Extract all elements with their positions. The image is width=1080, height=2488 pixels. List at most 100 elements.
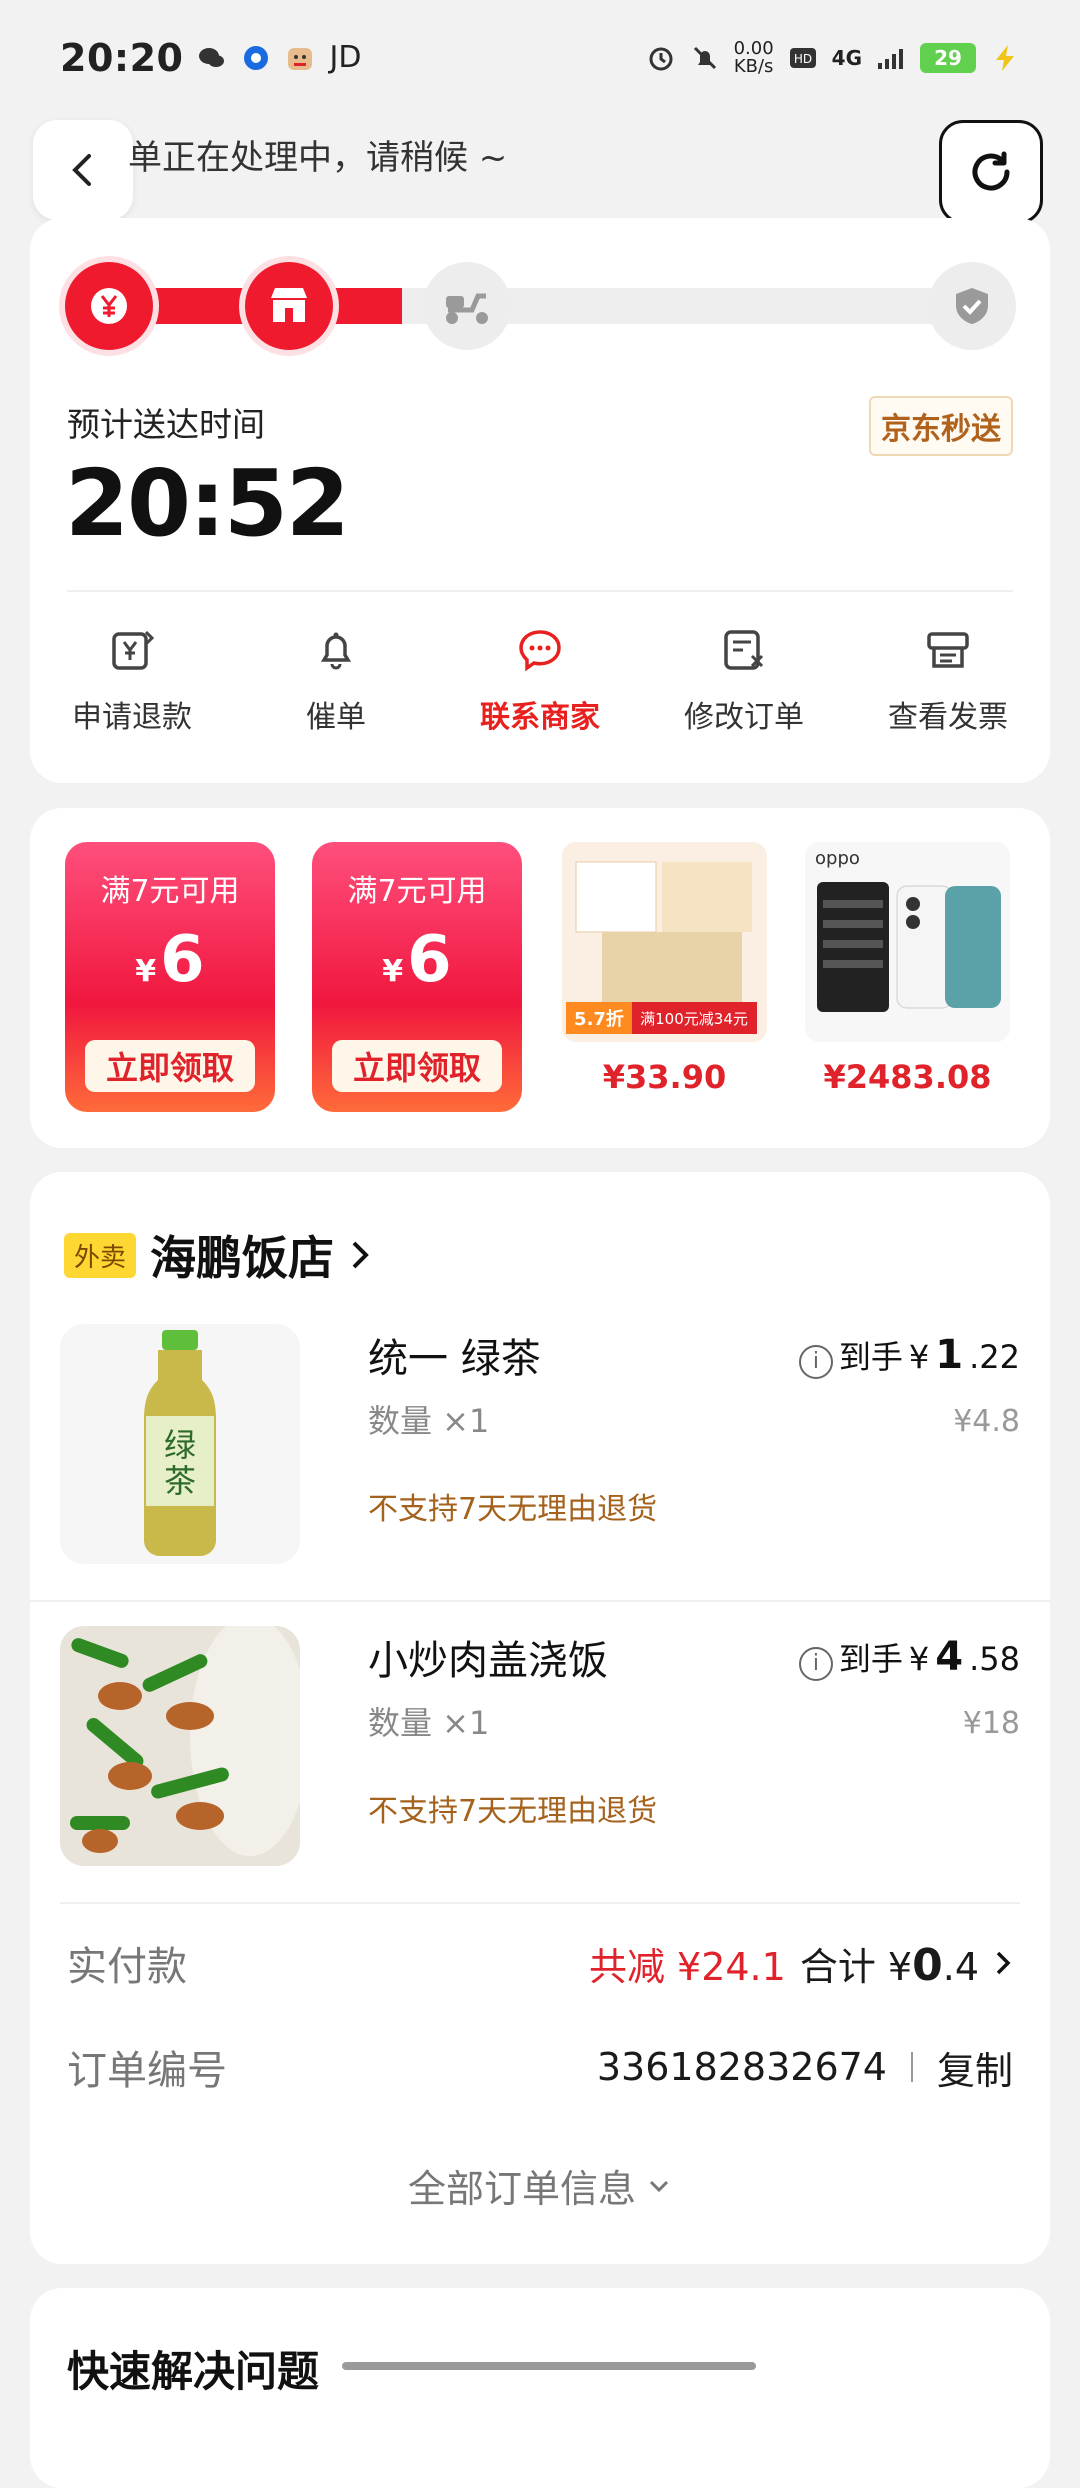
yuan-icon: [91, 288, 127, 324]
step-delivery: [423, 262, 511, 350]
delivery-progress-card: 预计送达时间 20:52 京东秒送 申请退款 催单 联系商家 修改订单 查看发票: [30, 218, 1050, 783]
promo-card: 满7元可用 ¥6 立即领取 满7元可用 ¥6 立即领取 5.7折 满100元减3…: [30, 808, 1050, 1148]
item-image-green-tea: 绿 茶: [60, 1324, 300, 1564]
all-order-info-toggle[interactable]: 全部订单信息: [30, 2158, 1050, 2213]
copy-button[interactable]: 复制: [937, 2040, 1013, 2095]
coupon-card[interactable]: 满7元可用 ¥6 立即领取: [312, 842, 522, 1112]
svg-text:HD: HD: [794, 52, 812, 66]
action-refund[interactable]: 申请退款: [30, 626, 234, 736]
home-indicator[interactable]: [342, 2362, 756, 2370]
item-image-stir-fry-pork: [60, 1626, 300, 1866]
total-discount: 共减 ¥24.1: [588, 1944, 786, 1989]
svg-text:绿: 绿: [164, 1426, 196, 1464]
item-original-price: ¥18: [962, 1706, 1020, 1741]
status-time: 20:20: [60, 35, 184, 80]
product-image: 5.7折 满100元减34元: [562, 842, 767, 1042]
order-item[interactable]: 绿 茶 统一 绿茶 数量 ×1 不支持7天无理由退货 i 到手 ¥1.22 ¥4.…: [60, 1324, 1020, 1564]
jd-mascot-icon: [288, 47, 313, 70]
action-contact-merchant[interactable]: 联系商家: [438, 626, 642, 736]
jd-label: JD: [329, 40, 362, 75]
coupon-amount: ¥6: [135, 923, 205, 997]
progress-track: [108, 288, 998, 324]
product-price: ¥2483.08: [823, 1058, 992, 1096]
eta-label: 预计送达时间: [67, 405, 265, 444]
action-view-invoice[interactable]: 查看发票: [846, 626, 1050, 736]
header: 单正在处理中，请稍候 ~: [0, 120, 1080, 225]
status-bar: 20:20 JD 0.00 KB/s HD 4G 29: [0, 0, 1080, 115]
return-policy: 不支持7天无理由退货: [368, 1794, 658, 1829]
chat-icon: [519, 630, 561, 672]
order-number-row: 订单编号 336182832674 复制: [67, 2038, 1013, 2096]
section-title: 快速解决问题: [67, 2347, 320, 2396]
item-name: 小炒肉盖浇饭: [368, 1638, 608, 1684]
signal-4g: 4G: [831, 45, 862, 70]
alarm-icon: [649, 47, 673, 70]
order-actions: 申请退款 催单 联系商家 修改订单 查看发票: [30, 626, 1050, 736]
svg-text:茶: 茶: [164, 1462, 196, 1500]
item-quantity: 数量 ×1: [368, 1704, 490, 1742]
battery-indicator: 29: [920, 42, 976, 73]
coupon-amount: ¥6: [382, 923, 452, 997]
refresh-icon: [972, 151, 1010, 191]
check-icon: [956, 288, 988, 324]
back-button[interactable]: [33, 120, 133, 220]
charging-icon: [996, 44, 1014, 71]
paid-amount-row[interactable]: 实付款 共减 ¥24.1 合计 ¥0.4: [67, 1934, 1013, 1992]
bell-icon: [320, 632, 352, 670]
shop-name: 海鹏饭店: [150, 1231, 335, 1285]
order-item[interactable]: 小炒肉盖浇饭 数量 ×1 不支持7天无理由退货 i 到手 ¥4.58 ¥18: [60, 1626, 1020, 1866]
item-quantity: 数量 ×1: [368, 1402, 490, 1440]
hd-icon: HD: [789, 47, 816, 68]
coupon-card[interactable]: 满7元可用 ¥6 立即领取: [65, 842, 275, 1112]
takeout-tag: 外卖: [64, 1232, 137, 1278]
action-urge[interactable]: 催单: [234, 626, 438, 736]
divider: [910, 2052, 913, 2082]
brand-logo: oppo: [815, 848, 860, 869]
product-price: ¥33.90: [602, 1058, 727, 1096]
scooter-icon: [446, 293, 488, 324]
discount-badge: 5.7折: [574, 1008, 624, 1030]
promo-text: 满100元减34元: [640, 1010, 748, 1028]
action-modify-order[interactable]: 修改订单: [642, 626, 846, 736]
app-icon: [244, 45, 269, 70]
total-amount: 合计 ¥0.4: [799, 1939, 979, 1991]
claim-coupon-button[interactable]: 立即领取: [332, 1040, 502, 1092]
order-number: 336182832674: [596, 2045, 887, 2089]
chevron-right-icon: [996, 1951, 1011, 1975]
store-icon: [271, 288, 307, 322]
chevron-down-icon: [649, 2180, 669, 2192]
item-name: 统一 绿茶: [368, 1336, 541, 1382]
claim-coupon-button[interactable]: 立即领取: [85, 1040, 255, 1092]
quick-solve-card: 快速解决问题: [30, 2288, 1050, 2488]
order-status-text: 单正在处理中，请稍候 ~: [128, 138, 508, 178]
chevron-left-icon: [72, 154, 91, 186]
divider: [67, 590, 1013, 592]
item-price: i 到手 ¥1.22: [798, 1332, 1020, 1379]
promo-product-tissue[interactable]: 5.7折 满100元减34元 ¥33.90: [562, 842, 767, 1122]
divider: [60, 1902, 1020, 1904]
item-price: i 到手 ¥4.58: [798, 1634, 1020, 1681]
order-detail-card: 外卖 海鹏饭店 绿 茶 统一 绿茶 数量 ×1 不支持7天无理由退货 i 到手 ¥…: [30, 1172, 1050, 2264]
promo-product-phone[interactable]: oppo ¥2483.08: [805, 842, 1010, 1122]
mute-bell-icon: [693, 46, 716, 69]
step-complete: [928, 262, 1016, 350]
service-tag: 京东秒送: [869, 396, 1013, 456]
invoice-icon: [927, 632, 969, 668]
wechat-icon: [199, 47, 225, 67]
refund-icon: [112, 630, 155, 670]
eta-time: 20:52: [65, 450, 350, 557]
product-image: oppo: [805, 842, 1010, 1042]
network-speed: 0.00 KB/s: [733, 37, 774, 77]
info-icon[interactable]: i: [798, 1344, 833, 1379]
info-icon[interactable]: i: [798, 1646, 833, 1681]
edit-order-icon: [724, 630, 764, 670]
item-original-price: ¥4.8: [953, 1404, 1020, 1439]
shop-link[interactable]: 外卖 海鹏饭店: [64, 1222, 372, 1288]
return-policy: 不支持7天无理由退货: [368, 1492, 658, 1527]
step-paid: [65, 262, 153, 350]
signal-icon: [878, 48, 903, 69]
chevron-right-icon: [352, 1241, 369, 1269]
refresh-button[interactable]: [939, 120, 1043, 224]
divider: [30, 1600, 1050, 1602]
step-merchant: [245, 262, 333, 350]
